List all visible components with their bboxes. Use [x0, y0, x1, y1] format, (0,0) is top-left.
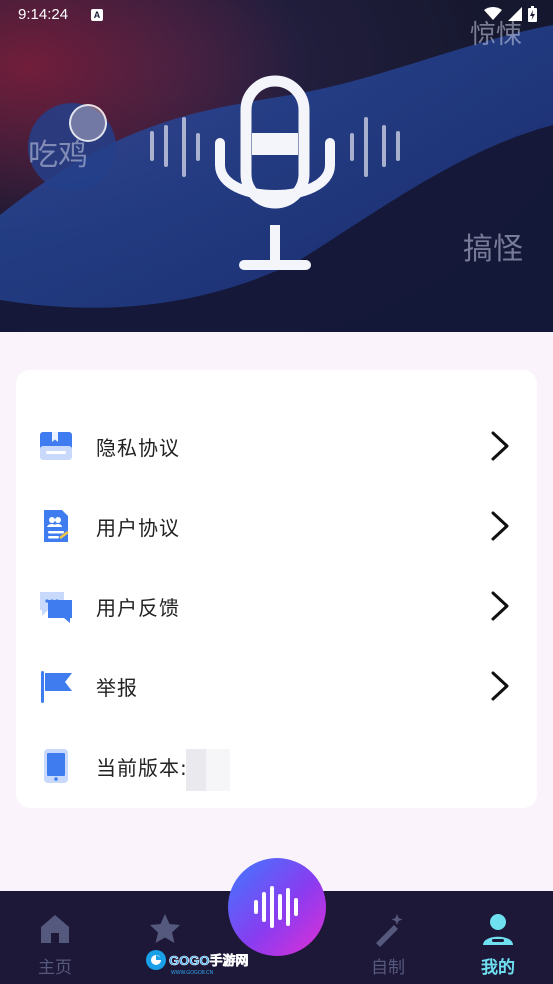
menu-item-user-agreement[interactable]: 用户协议 [16, 486, 537, 566]
hero-banner: 吃鸡 惊悚 搞怪 [0, 0, 553, 332]
tab-label: 主页 [38, 958, 72, 978]
magic-wand-icon [376, 914, 403, 947]
microphone-icon [150, 75, 400, 270]
privacy-book-icon [40, 432, 72, 460]
chevron-right-icon [491, 511, 509, 541]
status-time: 9:14:24 [18, 6, 69, 23]
menu-label: 举报 [96, 676, 138, 700]
signal-icon [508, 7, 522, 21]
status-bar: 9:14:24 A [0, 0, 553, 32]
floating-touch-dot[interactable] [69, 104, 107, 142]
watermark-subtext: WWW.GOGO8.CN [171, 970, 214, 976]
gogo-watermark-logo: GOGO手游网 WWW.GOGO8.CN [146, 950, 249, 976]
version-value-redacted [186, 749, 230, 791]
tab-mine[interactable]: 我的 [443, 891, 553, 984]
tab-home[interactable]: 主页 [0, 891, 110, 984]
menu-item-version: 当前版本: [16, 726, 537, 806]
home-icon [41, 915, 69, 943]
tab-custom[interactable]: 自制 [333, 891, 443, 984]
version-label: 当前版本: [96, 756, 188, 780]
menu-item-user-feedback[interactable]: 用户反馈 [16, 566, 537, 646]
settings-card: 隐私协议 用户协议 用户反馈 举报 当前版本: [16, 370, 537, 808]
record-voice-button[interactable] [228, 858, 326, 956]
menu-label: 用户反馈 [96, 596, 180, 620]
chevron-right-icon [491, 671, 509, 701]
sound-wave-icon [254, 886, 298, 928]
menu-item-privacy-policy[interactable]: 隐私协议 [16, 406, 537, 486]
tab-label: 自制 [371, 958, 405, 978]
wifi-icon [484, 7, 502, 20]
report-flag-icon [41, 671, 72, 703]
battery-icon [528, 6, 537, 22]
feedback-chat-icon [40, 592, 72, 623]
tab-label: 我的 [481, 958, 515, 978]
menu-label: 用户协议 [96, 516, 180, 540]
chevron-right-icon [491, 591, 509, 621]
phone-icon [44, 749, 68, 783]
chevron-right-icon [491, 431, 509, 461]
menu-label: 隐私协议 [96, 436, 180, 460]
system-icons [484, 6, 537, 22]
star-icon [150, 914, 180, 943]
notification-badge: A [91, 9, 103, 21]
menu-item-report[interactable]: 举报 [16, 646, 537, 726]
profile-icon [483, 914, 513, 945]
banner-word-gaoguai: 搞怪 [463, 232, 523, 267]
user-agreement-doc-icon [44, 510, 69, 542]
watermark-text: GOGO手游网 [169, 953, 248, 968]
